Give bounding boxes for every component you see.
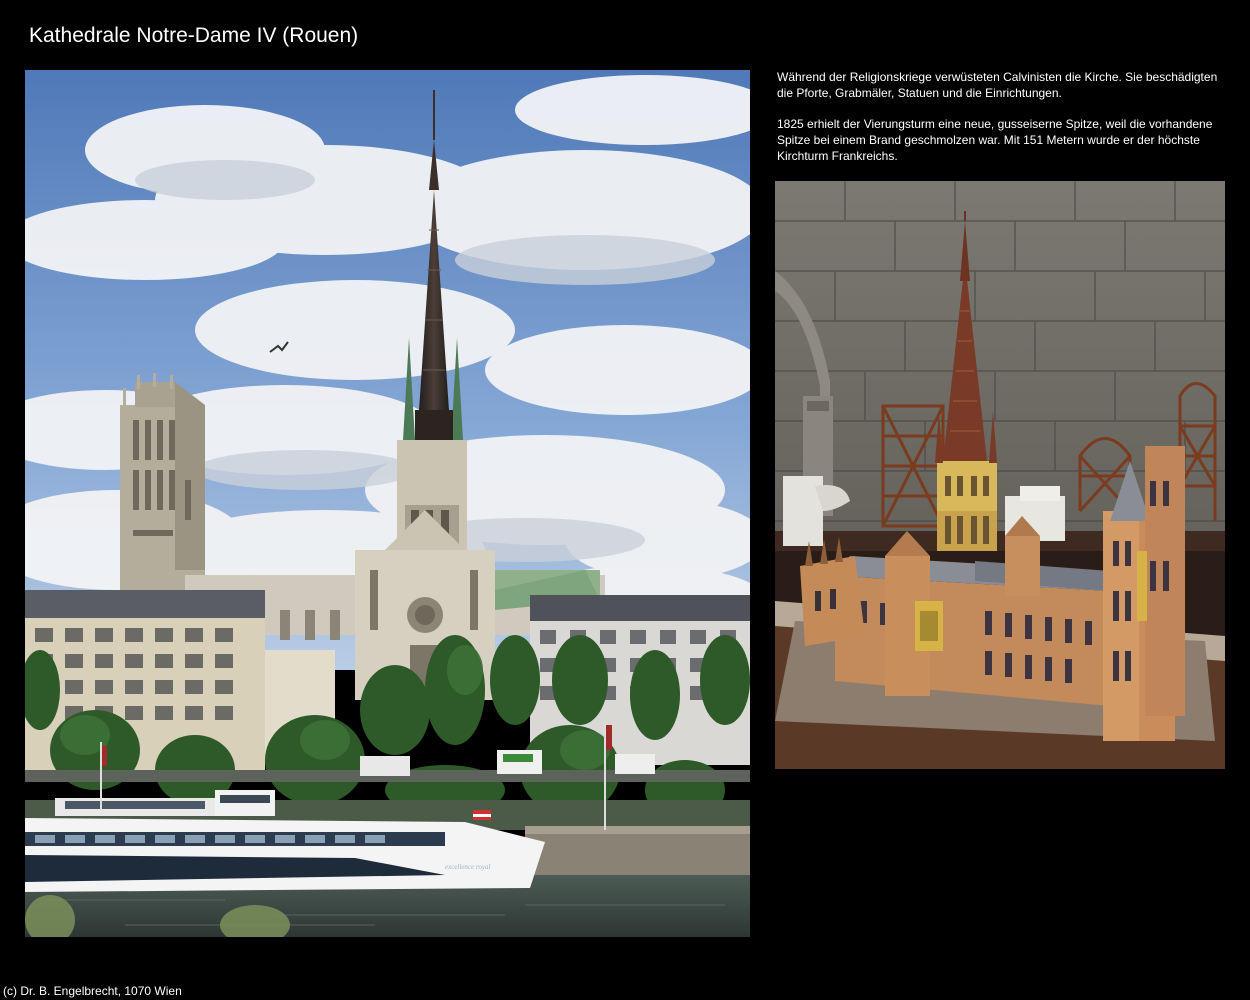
paragraph-2: 1825 erhielt der Vierungsturm eine neue,…	[777, 117, 1213, 163]
paragraph-1: Während der Religionskriege verwüsteten …	[777, 70, 1218, 100]
copyright-footer: (c) Dr. B. Engelbrecht, 1070 Wien	[3, 984, 182, 998]
ship-name-text: excellence royal	[445, 863, 490, 871]
cathedral-model-photo	[775, 181, 1225, 769]
page-title: Kathedrale Notre-Dame IV (Rouen)	[29, 24, 359, 47]
cathedral-photo: excellence royal	[25, 70, 750, 937]
